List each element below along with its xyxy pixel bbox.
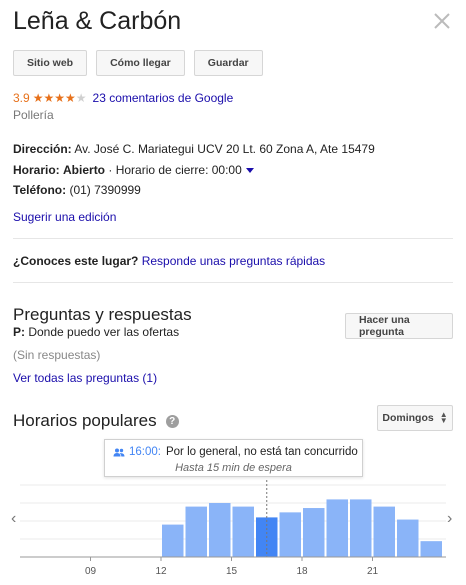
qa-title: Preguntas y respuestas bbox=[13, 305, 192, 324]
phone-label: Teléfono: bbox=[13, 183, 67, 197]
divider bbox=[13, 282, 453, 283]
chart-bar bbox=[326, 499, 348, 557]
no-answers: (Sin respuestas) bbox=[13, 348, 101, 362]
address-value: Av. José C. Mariategui UCV 20 Lt. 60 Zon… bbox=[74, 142, 375, 156]
chart-bar bbox=[350, 499, 372, 557]
help-icon[interactable]: ? bbox=[165, 414, 179, 428]
know-place-row: ¿Conoces este lugar? Responde unas pregu… bbox=[13, 254, 325, 268]
up-down-arrows-icon: ▲ ▼ bbox=[439, 410, 448, 425]
chart-bar bbox=[373, 506, 395, 557]
hours-closing[interactable]: Horario de cierre: 00:00 bbox=[116, 163, 242, 177]
qa-question: P: Donde puedo ver las ofertas bbox=[13, 325, 179, 339]
star-filled-icon: ★ bbox=[32, 91, 44, 105]
x-tick-label: 18 bbox=[296, 566, 308, 577]
qa-question-text: Donde puedo ver las ofertas bbox=[28, 325, 180, 339]
chart-bar bbox=[209, 503, 231, 557]
day-selector[interactable]: Domingos ▲ ▼ bbox=[377, 405, 453, 431]
x-tick-label: 21 bbox=[367, 566, 379, 577]
hours-status: Abierto bbox=[63, 163, 106, 177]
star-empty-icon: ★ bbox=[75, 91, 87, 105]
place-category: Pollería bbox=[13, 108, 54, 122]
directions-button[interactable]: Cómo llegar bbox=[96, 50, 185, 76]
address-label: Dirección: bbox=[13, 142, 72, 156]
chart-bar bbox=[397, 519, 419, 557]
rating-row: 3.9 ★ ★ ★ ★ ★ 23 comentarios de Google bbox=[13, 91, 233, 105]
close-icon[interactable] bbox=[433, 12, 453, 32]
phone-value[interactable]: (01) 7390999 bbox=[69, 183, 140, 197]
people-icon bbox=[113, 448, 125, 456]
chart-bar bbox=[279, 512, 301, 557]
action-buttons: Sitio web Cómo llegar Guardar bbox=[13, 50, 263, 76]
chart-bar bbox=[162, 524, 184, 557]
chart-bar bbox=[232, 506, 254, 557]
popular-times-label: Horarios populares bbox=[13, 411, 157, 430]
x-tick-label: 15 bbox=[226, 566, 238, 577]
chart-bar bbox=[420, 541, 442, 557]
address-row: Dirección: Av. José C. Mariategui UCV 20… bbox=[13, 142, 375, 156]
chart-bar bbox=[303, 508, 325, 557]
rating-value: 3.9 bbox=[13, 91, 30, 105]
suggest-edit-link[interactable]: Sugerir una edición bbox=[13, 210, 116, 224]
quick-questions-link[interactable]: Responde unas preguntas rápidas bbox=[142, 254, 325, 268]
qa-question-prefix: P: bbox=[13, 325, 25, 339]
star-filled-icon: ★ bbox=[43, 91, 55, 105]
x-tick-label: 12 bbox=[155, 566, 167, 577]
popular-times-chart: 09 12 15 18 21 bbox=[20, 480, 446, 577]
hours-row: Horario: Abierto · Horario de cierre: 00… bbox=[13, 163, 254, 177]
popular-times-title: Horarios populares ? bbox=[13, 411, 179, 431]
ask-question-button[interactable]: Hacer una pregunta bbox=[345, 313, 453, 339]
divider bbox=[13, 238, 453, 239]
chevron-down-icon[interactable] bbox=[245, 168, 254, 174]
see-all-questions-link[interactable]: Ver todas las preguntas (1) bbox=[13, 371, 157, 385]
save-button[interactable]: Guardar bbox=[193, 50, 263, 76]
star-filled-icon: ★ bbox=[64, 91, 76, 105]
tooltip-text: Por lo general, no está tan concurrido bbox=[165, 446, 358, 458]
website-button[interactable]: Sitio web bbox=[13, 50, 88, 76]
rating-stars: ★ ★ ★ ★ ★ bbox=[33, 92, 87, 104]
chart-bar bbox=[185, 506, 207, 557]
star-filled-icon: ★ bbox=[54, 91, 65, 105]
tooltip-wait: Hasta 15 min de espera bbox=[175, 462, 292, 474]
hours-separator: · bbox=[108, 163, 113, 177]
reviews-link[interactable]: 23 comentarios de Google bbox=[93, 91, 234, 105]
phone-row: Teléfono: (01) 7390999 bbox=[13, 183, 141, 197]
day-selector-label: Domingos bbox=[382, 412, 434, 424]
know-question: ¿Conoces este lugar? bbox=[13, 254, 139, 268]
popular-times-tooltip: 16:00: Por lo general, no está tan concu… bbox=[104, 439, 363, 477]
x-tick-label: 09 bbox=[85, 566, 97, 577]
tooltip-time: 16:00: bbox=[129, 446, 161, 458]
place-title: Leña & Carbón bbox=[13, 7, 182, 35]
hours-label: Horario: bbox=[13, 163, 60, 177]
